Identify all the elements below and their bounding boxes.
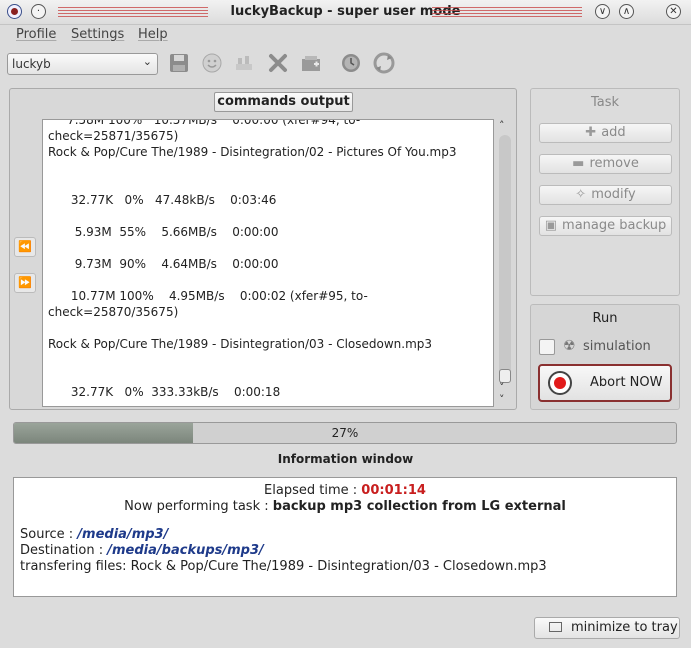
elapsed-time-line: Elapsed time : 00:01:14 <box>264 483 426 498</box>
source-line: Source : /media/mp3/ <box>20 527 169 542</box>
add-task-button[interactable]: ✚ add <box>539 123 672 143</box>
run-group: Run ☢ simulation Abort NOW <box>530 304 680 410</box>
output-line: 5.93M 55% 5.66MB/s 0:00:00 <box>48 225 279 239</box>
output-line: 10.77M 100% 4.95MB/s 0:00:02 (xfer#95, t… <box>48 289 368 303</box>
fast-forward-icon: ⏩ <box>18 276 32 289</box>
scroll-track[interactable] <box>499 135 511 379</box>
progress-bar: 27% <box>13 422 677 444</box>
schedule-icon[interactable] <box>338 52 364 76</box>
next-button[interactable]: ⏩ <box>14 273 36 293</box>
elapsed-time-value: 00:01:14 <box>361 483 426 498</box>
information-window-title: Information window <box>277 452 414 466</box>
window-title: luckyBackup - super user mode <box>230 4 461 19</box>
tray-icon <box>549 622 562 632</box>
manage-backup-button[interactable]: ▣ manage backup <box>539 216 672 236</box>
modify-task-button[interactable]: ✧ modify <box>539 185 672 205</box>
refresh-icon[interactable] <box>371 52 397 76</box>
save-icon[interactable] <box>166 52 192 76</box>
information-window: Elapsed time : 00:01:14 Now performing t… <box>13 477 677 597</box>
chevron-up-icon[interactable]: ˄ <box>499 119 505 132</box>
current-task-value: backup mp3 collection from LG external <box>272 499 566 514</box>
run-title: Run <box>592 311 618 326</box>
tab-commands-output[interactable]: commands output <box>214 92 353 112</box>
output-line: check=25871/35675) <box>48 129 179 143</box>
delete-icon[interactable] <box>265 52 291 76</box>
simulation-label: simulation <box>583 339 651 354</box>
output-line: 32.77K 0% 333.33kB/s 0:00:18 <box>48 385 281 399</box>
output-line: check=25870/35675) <box>48 305 179 319</box>
destination-path: /media/backups/mp3/ <box>107 543 264 558</box>
menu-help[interactable]: Help <box>138 27 168 42</box>
new-profile-icon[interactable] <box>298 52 324 76</box>
task-group: Task ✚ add ▬ remove ✧ modify ▣ manage backup <box>530 88 680 296</box>
wrench-icon: ✧ <box>575 187 587 202</box>
record-icon <box>548 371 572 395</box>
output-line: 9.73M 90% 4.64MB/s 0:00:00 <box>48 257 279 271</box>
chevron-down-icon: ⌄ <box>142 55 152 68</box>
close-icon: ✕ <box>669 6 678 17</box>
title-decoration-right <box>432 7 582 17</box>
radiation-icon: ☢ <box>563 338 576 354</box>
output-line: 32.77K 0% 47.48kB/s 0:03:46 <box>48 193 277 207</box>
destination-line: Destination : /media/backups/mp3/ <box>20 543 264 558</box>
rewind-icon: ⏪ <box>18 240 32 253</box>
output-lines: 7.58M 100% 10.57MB/s 0:00:00 (xfer#94, t… <box>48 119 488 400</box>
menu-settings[interactable]: Settings <box>71 27 124 42</box>
task-title: Task <box>590 95 620 110</box>
output-line: 7.58M 100% 10.57MB/s 0:00:00 (xfer#94, t… <box>48 119 361 127</box>
chevron-down-icon[interactable]: ˅ <box>499 393 505 406</box>
manage-backup-icon: ▣ <box>544 218 558 233</box>
minimize-to-tray-button[interactable]: minimize to tray <box>534 617 680 639</box>
close-window-button[interactable]: ✕ <box>666 4 681 19</box>
menu-bar: Profile Settings Help <box>0 24 691 46</box>
progress-label: 27% <box>331 426 359 440</box>
plus-icon: ✚ <box>585 125 597 140</box>
output-scrollbar[interactable]: ˄ ˅ ˅ <box>496 119 514 407</box>
maximize-window-button[interactable]: ∧ <box>619 4 634 19</box>
menu-profile[interactable]: Profile <box>16 27 56 42</box>
profile-select-value: luckyb <box>12 57 51 71</box>
profile-select[interactable]: luckyb ⌄ <box>7 53 158 75</box>
remove-task-button[interactable]: ▬ remove <box>539 154 672 174</box>
abort-now-button[interactable]: Abort NOW <box>538 364 672 402</box>
current-task-line: Now performing task : backup mp3 collect… <box>124 499 566 514</box>
chevron-down-icon: ∨ <box>598 6 607 17</box>
minimize-window-button[interactable]: ∨ <box>595 4 610 19</box>
simulation-checkbox[interactable] <box>539 339 555 355</box>
commands-output-text[interactable]: 7.58M 100% 10.57MB/s 0:00:00 (xfer#94, t… <box>42 119 494 407</box>
smiley-icon[interactable] <box>199 52 225 76</box>
chevron-up-icon: ∧ <box>622 6 631 17</box>
minus-icon: ▬ <box>572 156 585 171</box>
transfer-status: transfering files: Rock & Pop/Cure The/1… <box>20 559 547 574</box>
tasks-icon[interactable] <box>231 52 257 76</box>
previous-button[interactable]: ⏪ <box>14 237 36 257</box>
source-path: /media/mp3/ <box>77 527 169 542</box>
output-line: Rock & Pop/Cure The/1989 - Disintegratio… <box>48 145 457 159</box>
title-bar[interactable]: · luckyBackup - super user mode ∨ ∧ ✕ <box>0 0 691 25</box>
output-line: Rock & Pop/Cure The/1989 - Disintegratio… <box>48 337 433 351</box>
